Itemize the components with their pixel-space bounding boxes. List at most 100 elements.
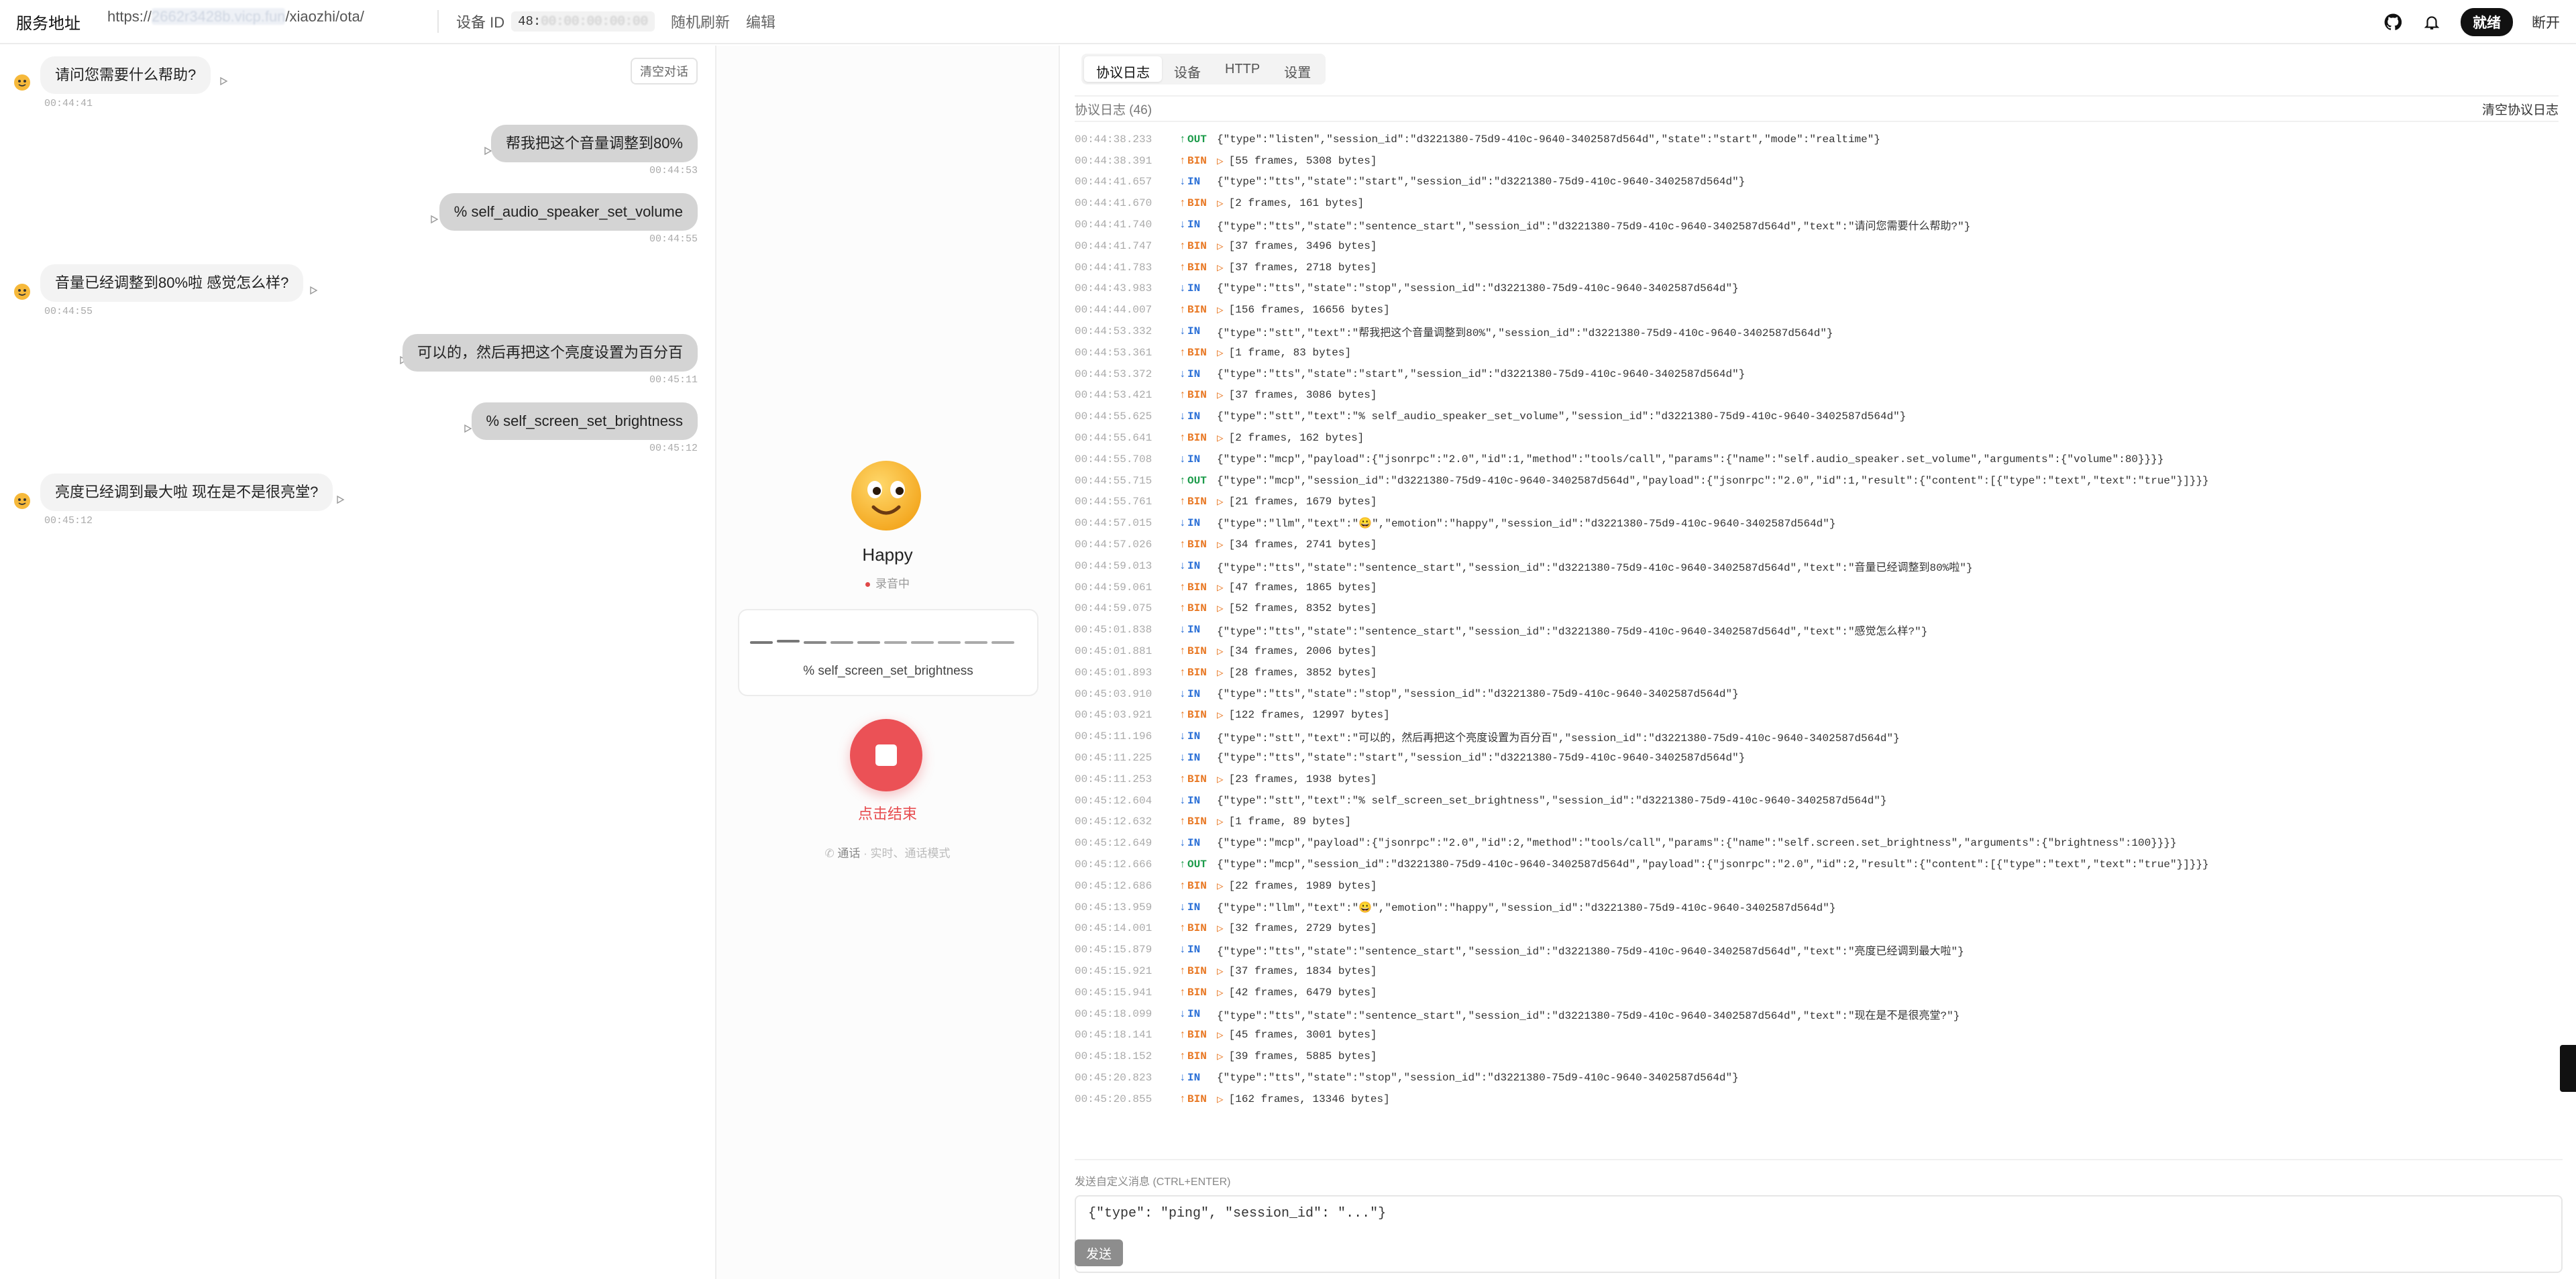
play-audio-icon[interactable] — [309, 286, 318, 295]
message-text: % self_screen_set_brightness — [471, 402, 698, 440]
log-row: 00:44:55.715 ↑ OUT {"type":"mcp","session_i… — [1075, 470, 2560, 492]
log-direction: IN — [1187, 687, 1201, 700]
play-audio-icon[interactable]: ▷ — [1217, 879, 1224, 893]
play-audio-icon[interactable]: ▷ — [1217, 815, 1224, 828]
transcript-text: % self_screen_set_brightness — [803, 664, 973, 678]
play-audio-icon[interactable]: ▷ — [1217, 666, 1224, 679]
log-direction: BIN — [1187, 154, 1207, 167]
log-direction: BIN — [1187, 816, 1207, 828]
tab-http[interactable]: HTTP — [1213, 56, 1272, 82]
log-time: 00:44:41.747 — [1075, 239, 1152, 252]
play-audio-icon[interactable]: ▷ — [1217, 773, 1224, 786]
log-time: 00:44:55.761 — [1075, 496, 1152, 508]
play-audio-icon[interactable]: ▷ — [1217, 261, 1224, 274]
log-message: [23 frames, 1938 bytes] — [1228, 773, 1377, 785]
play-audio-icon[interactable] — [335, 495, 345, 504]
play-audio-icon[interactable]: ▷ — [1217, 964, 1224, 978]
stop-recording-button[interactable] — [850, 719, 922, 791]
log-direction: BIN — [1187, 1093, 1207, 1105]
clear-chat-button[interactable]: 清空对话 — [631, 58, 698, 85]
log-direction: BIN — [1187, 197, 1207, 210]
tab-device[interactable]: 设备 — [1162, 56, 1213, 82]
log-direction: BIN — [1187, 666, 1207, 679]
tab-settings[interactable]: 设置 — [1272, 56, 1323, 82]
direction-arrow-icon: ↓ — [1179, 624, 1186, 636]
log-row: 00:45:12.604 ↓ IN {"type":"stt","text":"% s… — [1075, 790, 2560, 812]
log-time: 00:44:38.391 — [1075, 154, 1152, 167]
log-message: {"type":"mcp","session_id":"d3221380-75d… — [1217, 858, 2209, 871]
play-audio-icon[interactable]: ▷ — [1217, 602, 1224, 615]
log-row: 00:44:53.361 ↑ BIN ▷ [1 frame, 83 bytes] — [1075, 342, 2560, 364]
play-audio-icon[interactable]: ▷ — [1217, 197, 1224, 210]
log-row: 00:45:01.881 ↑ BIN ▷ [34 frames, 2006 bytes] — [1075, 641, 2560, 662]
log-row: 00:45:12.649 ↓ IN {"type":"mcp","payload":{… — [1075, 832, 2560, 854]
log-direction: BIN — [1187, 1050, 1207, 1063]
custom-message-input[interactable]: {"type": "ping", "session_id": "..."} — [1075, 1195, 2563, 1273]
play-audio-icon[interactable]: ▷ — [1217, 922, 1224, 935]
log-message: [55 frames, 5308 bytes] — [1228, 154, 1377, 167]
log-time: 00:44:53.361 — [1075, 346, 1152, 359]
log-row: 00:45:03.910 ↓ IN {"type":"tts","state":"st… — [1075, 683, 2560, 705]
play-audio-icon[interactable]: ▷ — [1217, 388, 1224, 402]
play-audio-icon[interactable] — [219, 76, 228, 86]
log-message: [1 frame, 83 bytes] — [1228, 346, 1352, 359]
edit-button[interactable]: 编辑 — [746, 11, 775, 32]
clear-log-button[interactable]: 清空协议日志 — [2482, 100, 2559, 118]
service-url-input[interactable]: https://2662r3428b.vicp.fun/xiaozhi/ota/ — [105, 8, 400, 35]
recording-dot-icon — [865, 582, 870, 588]
github-icon[interactable] — [2383, 12, 2403, 32]
log-message: [39 frames, 5885 bytes] — [1228, 1050, 1377, 1063]
log-message: {"type":"tts","state":"start","session_i… — [1217, 752, 1746, 764]
log-row: 00:45:03.921 ↑ BIN ▷ [122 frames, 12997 byte… — [1075, 705, 2560, 726]
log-time: 00:45:13.959 — [1075, 901, 1152, 913]
log-message: [37 frames, 3086 bytes] — [1228, 389, 1377, 402]
log-time: 00:44:59.061 — [1075, 581, 1152, 594]
call-mode-toggle[interactable]: ✆ 通话 · 实时、通话模式 — [716, 844, 1059, 860]
play-audio-icon[interactable]: ▷ — [1217, 581, 1224, 594]
log-list[interactable]: 00:44:38.233 ↑ OUT {"type":"listen","sessio… — [1075, 129, 2560, 1150]
play-audio-icon[interactable]: ▷ — [1217, 538, 1224, 551]
log-message: {"type":"tts","state":"sentence_start","… — [1217, 1009, 1960, 1022]
play-audio-icon[interactable]: ▷ — [1217, 1028, 1224, 1042]
play-audio-icon[interactable]: ▷ — [1217, 986, 1224, 999]
play-audio-icon[interactable]: ▷ — [1217, 645, 1224, 658]
play-audio-icon[interactable]: ▷ — [1217, 431, 1224, 445]
play-audio-icon[interactable]: ▷ — [1217, 303, 1224, 317]
log-row: 00:45:15.941 ↑ BIN ▷ [42 frames, 6479 bytes] — [1075, 982, 2560, 1003]
log-message: [122 frames, 12997 bytes] — [1228, 709, 1390, 722]
scroll-indicator[interactable] — [2560, 1045, 2576, 1092]
log-message: [2 frames, 161 bytes] — [1228, 197, 1364, 210]
log-time: 00:45:01.893 — [1075, 666, 1152, 679]
log-row: 00:44:55.641 ↑ BIN ▷ [2 frames, 162 bytes] — [1075, 427, 2560, 449]
play-audio-icon[interactable]: ▷ — [1217, 154, 1224, 168]
log-direction: BIN — [1187, 879, 1207, 892]
log-row: 00:45:11.253 ↑ BIN ▷ [23 frames, 1938 bytes] — [1075, 769, 2560, 790]
log-time: 00:45:03.910 — [1075, 687, 1152, 700]
device-id-label: 设备 ID — [456, 14, 505, 31]
log-direction: BIN — [1187, 539, 1207, 551]
play-audio-icon[interactable]: ▷ — [1217, 708, 1224, 722]
message-text: 帮我把这个音量调整到80% — [490, 125, 698, 162]
log-time: 00:44:55.708 — [1075, 453, 1152, 465]
play-audio-icon[interactable]: ▷ — [1217, 239, 1224, 253]
direction-arrow-icon: ↓ — [1179, 752, 1186, 764]
play-audio-icon[interactable]: ▷ — [1217, 495, 1224, 508]
send-button[interactable]: 发送 — [1075, 1239, 1123, 1266]
disconnect-button[interactable]: 断开 — [2532, 12, 2560, 32]
log-direction: BIN — [1187, 645, 1207, 658]
chat-message: 帮我把这个音量调整到80% 00:44:53 — [490, 125, 698, 176]
log-row: 00:44:53.332 ↓ IN {"type":"stt","text":"帮我把… — [1075, 321, 2560, 342]
random-refresh-button[interactable]: 随机刷新 — [671, 11, 730, 32]
direction-arrow-icon: ↑ — [1179, 602, 1186, 615]
play-audio-icon[interactable]: ▷ — [1217, 1050, 1224, 1063]
direction-arrow-icon: ↓ — [1179, 1071, 1186, 1084]
play-audio-icon[interactable]: ▷ — [1217, 1093, 1224, 1106]
play-audio-icon[interactable]: ▷ — [1217, 346, 1224, 359]
direction-arrow-icon: ↑ — [1179, 922, 1186, 935]
direction-arrow-icon: ↓ — [1179, 837, 1186, 850]
chat-message: 亮度已经调到最大啦 现在是不是很亮堂? 00:45:12 — [40, 474, 333, 526]
play-audio-icon[interactable] — [429, 215, 439, 224]
log-direction: IN — [1187, 219, 1201, 231]
tab-protocol-log[interactable]: 协议日志 — [1084, 56, 1162, 82]
bell-icon[interactable] — [2422, 12, 2442, 32]
